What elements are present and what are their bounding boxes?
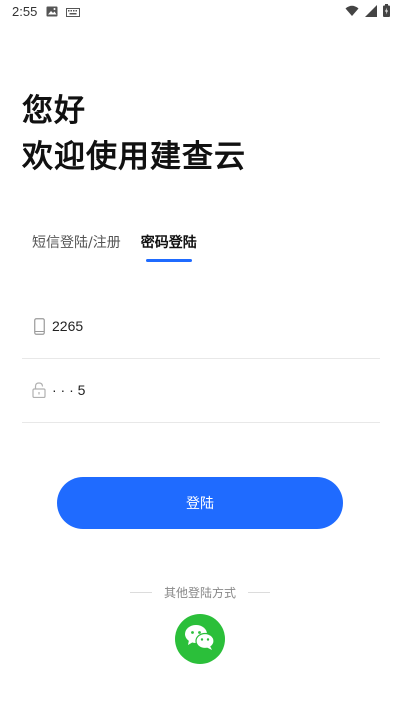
status-notification-icons [46, 6, 80, 21]
keyboard-notification-icon [66, 6, 80, 21]
tab-sms-login-label: 短信登陆/注册 [32, 235, 121, 251]
tab-password-login[interactable]: 密码登陆 [141, 232, 197, 262]
other-login-label: 其他登陆方式 [163, 586, 236, 600]
battery-icon [383, 4, 390, 21]
phone-field-row [22, 294, 380, 359]
password-input[interactable] [52, 382, 352, 398]
password-field-row [22, 358, 380, 423]
login-button[interactable]: 登陆 [57, 477, 343, 529]
status-system-icons [345, 4, 390, 21]
lock-icon [30, 380, 48, 400]
wechat-icon [184, 623, 216, 655]
image-notification-icon [46, 6, 58, 21]
greeting-hello: 您好 [22, 93, 86, 129]
signal-icon [365, 4, 377, 21]
status-bar: 2:55 [0, 0, 400, 24]
divider-left [129, 592, 152, 593]
greeting-welcome: 欢迎使用建查云 [22, 139, 246, 175]
active-tab-indicator [145, 259, 192, 262]
tab-password-login-label: 密码登陆 [140, 235, 197, 251]
divider-right [248, 592, 270, 593]
login-tabs: 短信登陆/注册 密码登陆 [32, 232, 197, 262]
wifi-icon [345, 5, 359, 21]
status-time: 2:55 [12, 4, 38, 19]
wechat-login-button[interactable] [175, 614, 225, 664]
greeting: 您好 欢迎使用建查云 [22, 88, 246, 180]
tab-sms-login[interactable]: 短信登陆/注册 [32, 232, 121, 262]
other-login-methods: 其他登陆方式 [0, 584, 400, 601]
phone-input[interactable] [52, 318, 352, 334]
phone-icon [30, 316, 48, 336]
